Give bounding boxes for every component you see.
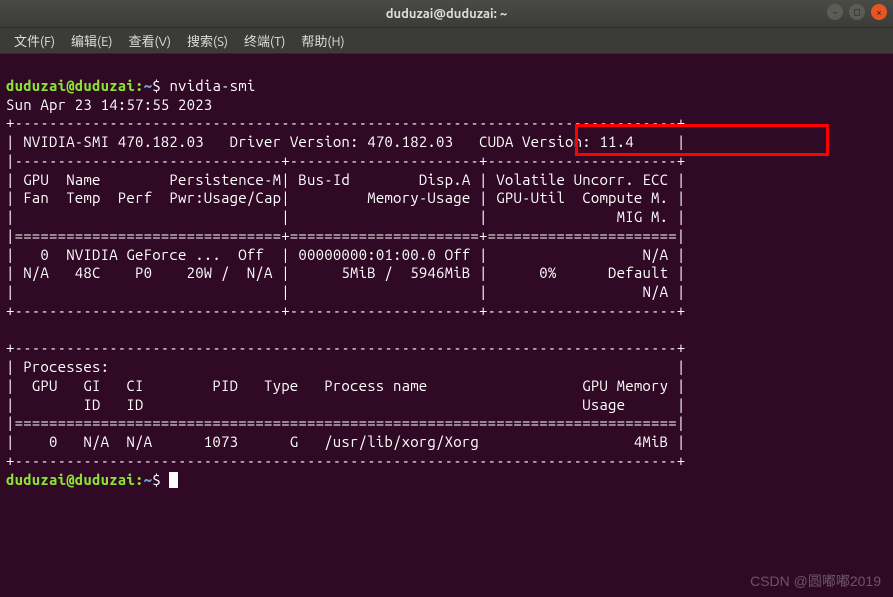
col-r2r: GPU-Util Compute M. <box>488 189 677 206</box>
prompt2-user: duduzai@duduzai <box>6 471 135 488</box>
watermark: CSDN @圆嘟嘟2019 <box>750 571 881 591</box>
gpu0-r3m <box>290 283 479 300</box>
smi-timestamp: Sun Apr 23 14:57:55 2023 <box>6 96 212 113</box>
prompt-dollar: $ <box>152 77 161 94</box>
gpu0-r2r: 0% Default <box>488 264 677 281</box>
maximize-button[interactable]: □ <box>849 4 865 20</box>
smi-proc-h2: | ID ID Usage | <box>6 396 685 413</box>
proc-title: Processes: <box>15 358 110 375</box>
proc-h1: GPU GI CI PID Type Process name GPU Memo… <box>15 377 677 394</box>
prompt2-path: ~ <box>144 471 153 488</box>
prompt-user: duduzai@duduzai <box>6 77 135 94</box>
col-r2m: Memory-Usage <box>290 189 479 206</box>
smi-cols-r1: | GPU Name Persistence-M| Bus-Id Disp.A … <box>6 171 685 188</box>
smi-header-line: | NVIDIA-SMI 470.182.03 Driver Version: … <box>6 133 685 150</box>
menu-file[interactable]: 文件(F) <box>8 29 61 52</box>
menu-edit[interactable]: 编辑(E) <box>65 29 118 52</box>
cuda-version: CUDA Version: 11.4 <box>479 133 634 150</box>
prompt2-dollar: $ <box>152 471 161 488</box>
menubar: 文件(F) 编辑(E) 查看(V) 搜索(S) 终端(T) 帮助(H) <box>0 28 893 54</box>
prompt-colon: : <box>135 77 144 94</box>
gpu0-r2m: 5MiB / 5946MiB <box>290 264 479 281</box>
prompt2-colon: : <box>135 471 144 488</box>
driver-version: Driver Version: 470.182.03 <box>230 133 454 150</box>
smi-proc-top: +---------------------------------------… <box>6 339 685 356</box>
gpu0-r3: | | | N/A | <box>6 283 685 300</box>
gpu0-r1m: 00000000:01:00.0 Off <box>290 246 479 263</box>
menu-terminal[interactable]: 终端(T) <box>238 29 291 52</box>
proc-row: 0 N/A N/A 1073 G /usr/lib/xorg/Xorg 4MiB <box>15 433 677 450</box>
proc-h2: ID ID Usage <box>15 396 677 413</box>
smi-sep3: +-------------------------------+-------… <box>6 302 685 319</box>
gpu0-r1: | 0 NVIDIA GeForce ... Off | 00000000:01… <box>6 246 685 263</box>
gpu0-r1r: N/A <box>488 246 677 263</box>
smi-proc-sep: |=======================================… <box>6 414 685 431</box>
smi-sep2: |===============================+=======… <box>6 227 685 244</box>
gpu0-r2l: N/A 48C P0 20W / N/A <box>15 264 282 281</box>
window-buttons: – □ × <box>827 4 887 20</box>
col-r3l <box>15 208 282 225</box>
menu-search[interactable]: 搜索(S) <box>181 29 234 52</box>
col-r3m <box>290 208 479 225</box>
gpu0-r3l <box>15 283 282 300</box>
col-r2l: Fan Temp Perf Pwr:Usage/Cap <box>15 189 282 206</box>
menu-view[interactable]: 查看(V) <box>123 29 177 52</box>
window-title: duduzai@duduzai: ~ <box>386 7 508 21</box>
smi-cols-r2: | Fan Temp Perf Pwr:Usage/Cap| Memory-Us… <box>6 189 685 206</box>
prompt-path: ~ <box>144 77 153 94</box>
smi-proc-row: | 0 N/A N/A 1073 G /usr/lib/xorg/Xorg 4M… <box>6 433 685 450</box>
smi-border-top: +---------------------------------------… <box>6 114 685 131</box>
blank-line <box>6 321 685 338</box>
col-r1l: GPU Name Persistence-M <box>15 171 282 188</box>
cursor <box>169 472 178 488</box>
col-r1r: Volatile Uncorr. ECC <box>488 171 677 188</box>
smi-cols-r3: | | | MIG M. | <box>6 208 685 225</box>
close-button[interactable]: × <box>871 4 887 20</box>
smi-version: NVIDIA-SMI 470.182.03 <box>23 133 204 150</box>
smi-sep1: |-------------------------------+-------… <box>6 152 685 169</box>
command-1: nvidia-smi <box>169 77 255 94</box>
smi-proc-title: | Processes: | <box>6 358 685 375</box>
menu-help[interactable]: 帮助(H) <box>295 29 350 52</box>
smi-proc-h1: | GPU GI CI PID Type Process name GPU Me… <box>6 377 685 394</box>
col-r1m: Bus-Id Disp.A <box>290 171 479 188</box>
window-titlebar: duduzai@duduzai: ~ – □ × <box>0 0 893 28</box>
terminal-area[interactable]: duduzai@duduzai:~$ nvidia-smi Sun Apr 23… <box>0 54 893 493</box>
col-r3r: MIG M. <box>488 208 677 225</box>
minimize-button[interactable]: – <box>827 4 843 20</box>
gpu0-r1l: 0 NVIDIA GeForce ... Off <box>15 246 282 263</box>
gpu0-r2: | N/A 48C P0 20W / N/A | 5MiB / 5946MiB … <box>6 264 685 281</box>
gpu0-r3r: N/A <box>488 283 677 300</box>
smi-proc-bot: +---------------------------------------… <box>6 452 685 469</box>
